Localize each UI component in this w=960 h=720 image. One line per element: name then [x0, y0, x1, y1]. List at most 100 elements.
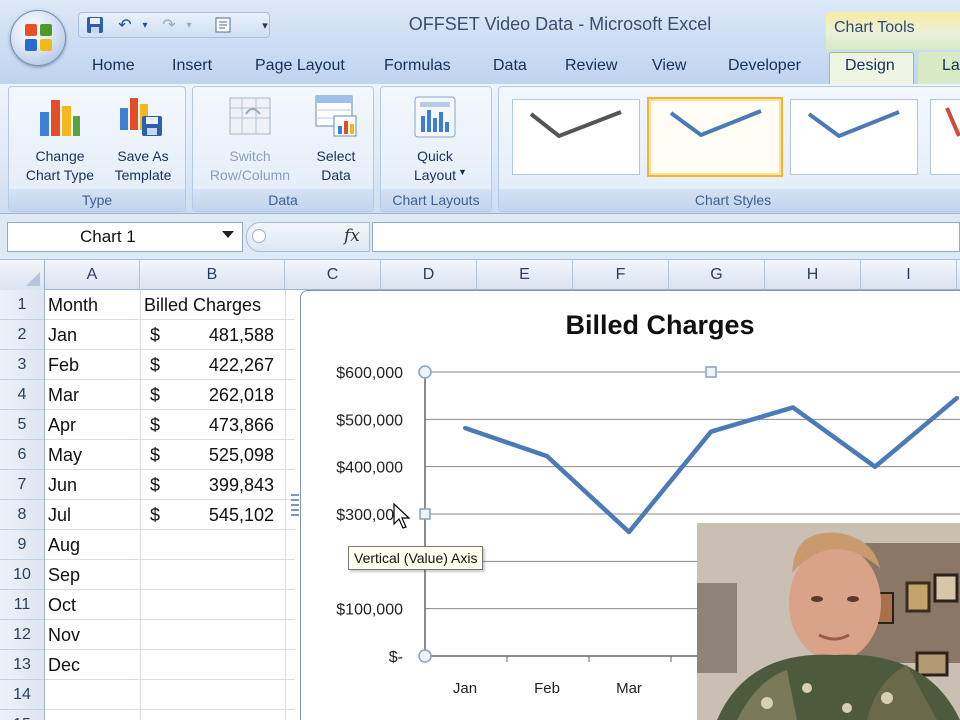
cell-a6[interactable]: May: [48, 440, 82, 470]
tab-page-layout[interactable]: Page Layout: [255, 57, 345, 75]
chart-style-1-icon: [529, 110, 622, 139]
cell-b6-currency[interactable]: $: [150, 440, 160, 470]
column-header-c[interactable]: C: [285, 260, 381, 290]
tab-insert[interactable]: Insert: [172, 57, 212, 75]
column-header-h[interactable]: H: [765, 260, 861, 290]
row-header-15[interactable]: 15: [0, 710, 44, 720]
row-header-8[interactable]: 8: [0, 500, 44, 530]
cell-b9-value[interactable]: [170, 530, 274, 560]
tab-design[interactable]: Design: [845, 57, 895, 75]
cell-a1[interactable]: Month: [48, 290, 98, 320]
cell-b7-value[interactable]: 399,843: [170, 470, 274, 500]
row-header-14[interactable]: 14: [0, 680, 44, 710]
column-header-g[interactable]: G: [669, 260, 765, 290]
change-chart-type-button[interactable]: Change Chart Type: [16, 147, 104, 185]
row-header-11[interactable]: 11: [0, 590, 44, 620]
redo-icon[interactable]: ↷: [159, 16, 179, 36]
cell-a2[interactable]: Jan: [48, 320, 77, 350]
cell-b7-currency[interactable]: $: [150, 470, 160, 500]
row-header-9[interactable]: 9: [0, 530, 44, 560]
quick-layout-dropdown-icon[interactable]: ▼: [458, 167, 467, 177]
name-box-dropdown-icon[interactable]: [222, 231, 234, 238]
column-header-e[interactable]: E: [477, 260, 573, 290]
chart-style-thumb-1[interactable]: [512, 99, 640, 175]
cell-b8-value[interactable]: 545,102: [170, 500, 274, 530]
redo-dropdown-icon[interactable]: ▾: [179, 16, 199, 36]
data-point: [463, 426, 467, 431]
cell-b6-value[interactable]: 525,098: [170, 440, 274, 470]
cell-b12-value[interactable]: [170, 620, 274, 650]
chart-style-thumb-2[interactable]: [647, 97, 783, 177]
cell-a8[interactable]: Jul: [48, 500, 71, 530]
tab-data[interactable]: Data: [493, 57, 527, 75]
chart-style-thumb-4[interactable]: [930, 99, 960, 175]
data-point: [873, 464, 877, 469]
row-header-7[interactable]: 7: [0, 470, 44, 500]
formula-input[interactable]: [372, 222, 960, 252]
cell-b4-value[interactable]: 262,018: [170, 380, 274, 410]
switch-row-column-button[interactable]: Switch Row/Column: [196, 147, 304, 185]
column-header-b[interactable]: B: [140, 260, 285, 290]
save-icon[interactable]: [85, 16, 105, 36]
presenter-video-icon: [697, 523, 960, 720]
tab-formulas[interactable]: Formulas: [384, 57, 451, 75]
data-point: [791, 405, 795, 410]
cell-a3[interactable]: Feb: [48, 350, 79, 380]
cell-a11[interactable]: Oct: [48, 590, 76, 620]
cell-b2-value[interactable]: 481,588: [170, 320, 274, 350]
cell-b5-currency[interactable]: $: [150, 410, 160, 440]
undo-dropdown-icon[interactable]: ▾: [135, 16, 155, 36]
save-as-template-button[interactable]: Save As Template: [100, 147, 186, 185]
row-header-10[interactable]: 10: [0, 560, 44, 590]
row-header-2[interactable]: 2: [0, 320, 44, 350]
cell-a4[interactable]: Mar: [48, 380, 79, 410]
cell-a5[interactable]: Apr: [48, 410, 76, 440]
tab-home[interactable]: Home: [92, 57, 135, 75]
cell-b11-value[interactable]: [170, 590, 274, 620]
row-header-6[interactable]: 6: [0, 440, 44, 470]
cell-a12[interactable]: Nov: [48, 620, 80, 650]
quick-layout-button[interactable]: Quick Layout: [386, 147, 484, 185]
cell-b1[interactable]: Billed Charges: [144, 290, 261, 320]
select-data-icon[interactable]: [314, 94, 358, 138]
chart-style-thumb-3[interactable]: [790, 99, 918, 175]
tab-layout[interactable]: La: [942, 57, 960, 75]
cell-b2-currency[interactable]: $: [150, 320, 160, 350]
row-header-13[interactable]: 13: [0, 650, 44, 680]
tab-review[interactable]: Review: [565, 57, 617, 75]
cell-b3-currency[interactable]: $: [150, 350, 160, 380]
column-header-f[interactable]: F: [573, 260, 669, 290]
cell-a9[interactable]: Aug: [48, 530, 80, 560]
quick-layout-icon[interactable]: [412, 94, 458, 140]
cell-b13-value[interactable]: [170, 650, 274, 680]
row-header-12[interactable]: 12: [0, 620, 44, 650]
cell-a13[interactable]: Dec: [48, 650, 80, 680]
cell-b4-currency[interactable]: $: [150, 380, 160, 410]
cell-b8-currency[interactable]: $: [150, 500, 160, 530]
insert-function-button[interactable]: fx: [344, 226, 360, 246]
change-chart-type-icon[interactable]: [38, 96, 82, 138]
column-header-d[interactable]: D: [381, 260, 477, 290]
cell-b3-value[interactable]: 422,267: [170, 350, 274, 380]
tab-developer[interactable]: Developer: [728, 57, 801, 75]
save-as-template-icon[interactable]: [118, 94, 164, 138]
column-header-a[interactable]: A: [45, 260, 140, 290]
row-header-5[interactable]: 5: [0, 410, 44, 440]
cell-b10-value[interactable]: [170, 560, 274, 590]
customize-toolbar-icon[interactable]: ▾: [255, 16, 275, 36]
select-data-button[interactable]: Select Data: [300, 147, 372, 185]
print-preview-icon[interactable]: [213, 16, 233, 36]
formula-bar-handle-icon[interactable]: [252, 229, 266, 243]
row-header-3[interactable]: 3: [0, 350, 44, 380]
cell-b5-value[interactable]: 473,866: [170, 410, 274, 440]
tab-view[interactable]: View: [652, 57, 686, 75]
office-button[interactable]: [10, 10, 66, 66]
row-header-1[interactable]: 1: [0, 290, 44, 320]
row-header-4[interactable]: 4: [0, 380, 44, 410]
chart-resize-handle[interactable]: [291, 494, 299, 518]
move-cursor-icon: [393, 502, 411, 529]
cell-a7[interactable]: Jun: [48, 470, 77, 500]
cell-a10[interactable]: Sep: [48, 560, 80, 590]
undo-icon[interactable]: ↶: [115, 16, 135, 36]
column-header-i[interactable]: I: [861, 260, 957, 290]
